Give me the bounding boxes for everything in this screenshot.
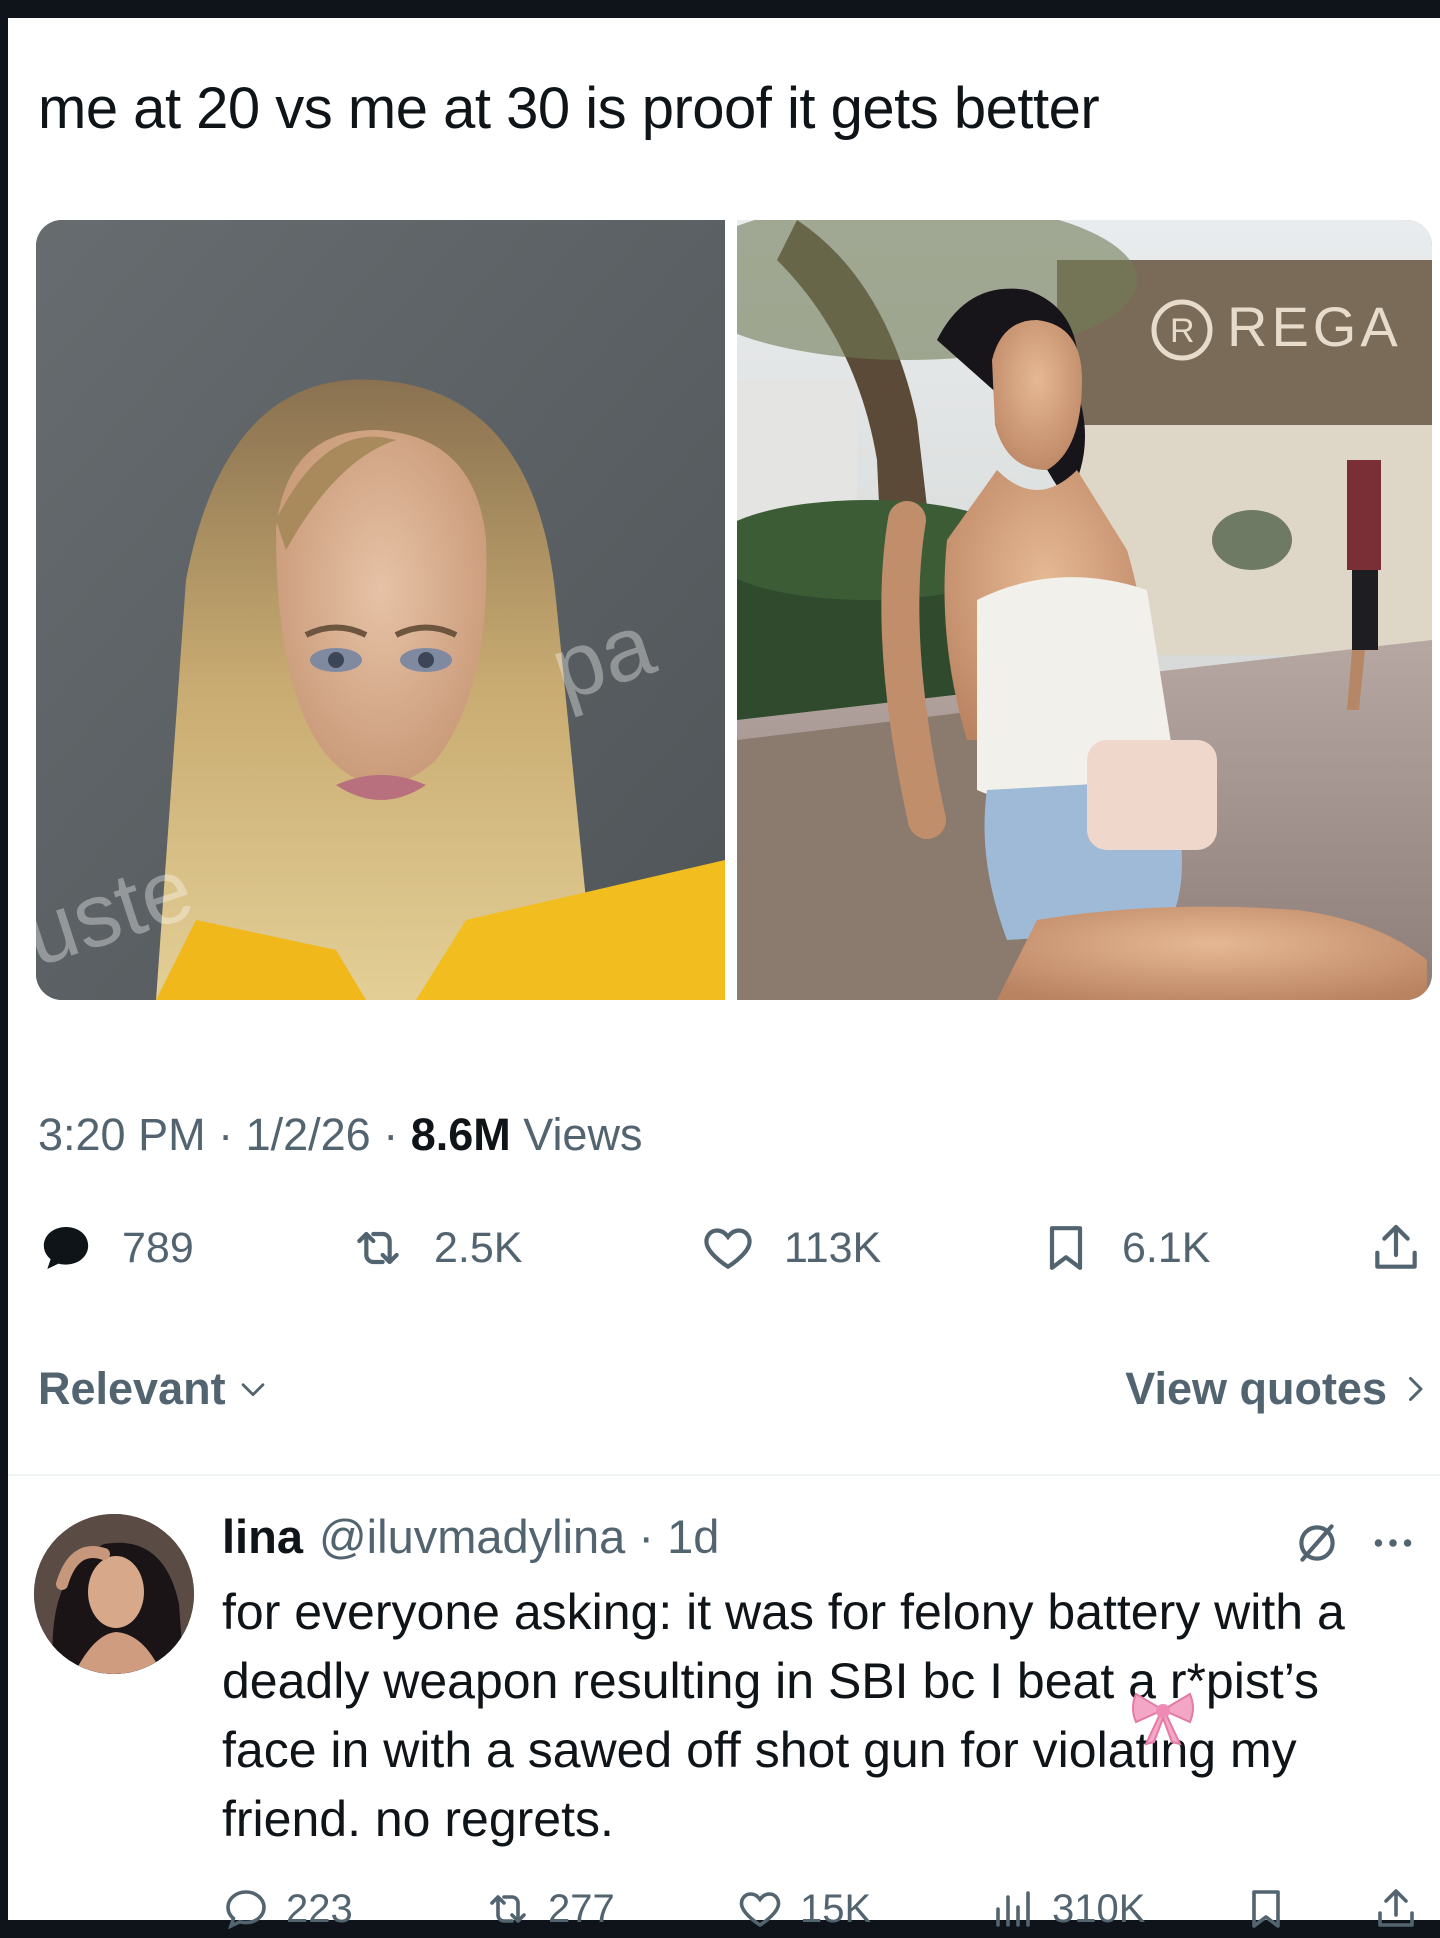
share-button[interactable] [1368, 1213, 1440, 1283]
chevron-right-icon [1409, 1377, 1423, 1401]
post-views-label: Views [510, 1109, 643, 1160]
reply-share-button[interactable] [1372, 1880, 1436, 1938]
reply-button[interactable]: 789 [38, 1213, 194, 1283]
bookmark-button[interactable]: 6.1K [1038, 1213, 1210, 1283]
reply-icon [226, 1890, 266, 1930]
post-action-bar: 789 2.5K 113K 6.1K [38, 1213, 1433, 1283]
bookmark-count: 6.1K [1122, 1223, 1211, 1272]
share-icon [1375, 1224, 1417, 1269]
like-count: 113K [784, 1223, 882, 1272]
reply-author-handle[interactable]: @iluvmadylina · 1d [319, 1508, 719, 1566]
post-views-count: 8.6M [410, 1109, 511, 1160]
top-status-strip [0, 0, 1440, 18]
repost-button[interactable]: 2.5K [350, 1213, 522, 1283]
reply-icon [43, 1227, 89, 1269]
repost-icon [357, 1231, 399, 1265]
like-button[interactable]: 113K [700, 1213, 881, 1283]
reply-author-name[interactable]: lina [222, 1508, 303, 1566]
grok-icon[interactable] [1292, 1518, 1342, 1568]
reply-header: lina @iluvmadylina · 1d [222, 1508, 719, 1566]
reply-count: 789 [122, 1223, 194, 1272]
media-photo-left[interactable]: uste pa [36, 220, 725, 1000]
like-icon [739, 1892, 781, 1928]
post-timestamp: 3:20 PM · 1/2/26 · [38, 1109, 411, 1160]
post-media[interactable]: uste pa R REGA [36, 220, 1432, 1000]
bookmark-icon [1252, 1890, 1280, 1928]
relevant-sort-dropdown[interactable]: Relevant [38, 1363, 270, 1415]
reply-like-button[interactable]: 15K [736, 1880, 871, 1938]
reply-like-count: 15K [800, 1886, 872, 1931]
post-meta: 3:20 PM · 1/2/26 · 8.6M Views [38, 1108, 642, 1162]
reply-action-bar: 223 277 15K 310K [222, 1880, 1422, 1938]
views-icon [996, 1891, 1030, 1927]
more-icon[interactable] [1368, 1518, 1418, 1568]
building-sign-text: REGA [1227, 295, 1402, 358]
post-detail-page: me at 20 vs me at 30 is proof it gets be… [8, 18, 1440, 1931]
reply-reply-button[interactable]: 223 [222, 1880, 353, 1938]
bookmark-icon [1049, 1226, 1083, 1270]
repost-icon [490, 1895, 526, 1923]
reply-sort-row: Relevant View quotes [38, 1363, 1433, 1423]
reply-repost-button[interactable]: 277 [484, 1880, 615, 1938]
relevant-label: Relevant [38, 1363, 226, 1414]
avatar[interactable] [34, 1514, 194, 1674]
media-photo-right[interactable]: R REGA [737, 220, 1432, 1000]
bow-emoji-icon [1132, 1692, 1194, 1746]
reply-views-count: 310K [1052, 1886, 1146, 1931]
repost-count: 2.5K [434, 1223, 523, 1272]
reply-repost-count: 277 [548, 1886, 615, 1931]
post-text: me at 20 vs me at 30 is proof it gets be… [38, 76, 1100, 141]
reply-text: for everyone asking: it was for felony b… [222, 1584, 1345, 1847]
section-divider [8, 1474, 1440, 1476]
chevron-down-icon [241, 1383, 264, 1397]
like-icon [704, 1228, 752, 1270]
reply-reply-count: 223 [286, 1886, 353, 1931]
svg-text:R: R [1170, 312, 1195, 350]
reply-header-icons [1292, 1518, 1418, 1568]
reply-bookmark-button[interactable] [1242, 1880, 1306, 1938]
reply-views-button[interactable]: 310K [988, 1880, 1145, 1938]
share-icon [1378, 1889, 1414, 1927]
view-quotes-link[interactable]: View quotes [1125, 1363, 1433, 1415]
view-quotes-label: View quotes [1125, 1363, 1387, 1414]
